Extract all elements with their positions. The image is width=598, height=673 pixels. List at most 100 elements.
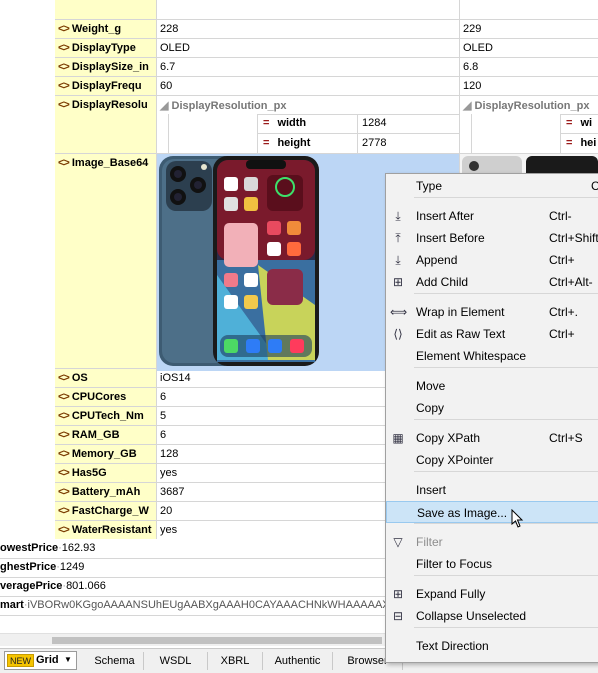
insert-after-icon: ⤓ bbox=[395, 209, 401, 223]
parent-row[interactable]: owestPrice·162.93 bbox=[0, 539, 95, 558]
cell-value[interactable]: 5 bbox=[157, 407, 166, 426]
row-name-cpucores[interactable]: <> CPUCores bbox=[55, 388, 156, 407]
cell-value[interactable]: iOS14 bbox=[157, 369, 191, 388]
parent-row-name: ghestPrice bbox=[0, 561, 57, 573]
menu-item-expand-fully[interactable]: ⊞ Expand Fully bbox=[386, 583, 598, 605]
height-value[interactable]: 2778 bbox=[359, 134, 386, 153]
element-tag-icon: <> bbox=[58, 23, 70, 35]
cell-value[interactable]: OLED bbox=[460, 39, 493, 58]
horizontal-scrollbar[interactable] bbox=[0, 633, 385, 646]
menu-separator bbox=[414, 293, 598, 294]
row-divider bbox=[55, 38, 598, 39]
parent-row[interactable]: ghestPrice·1249 bbox=[0, 558, 84, 577]
menu-item-copy-xpointer[interactable]: Copy XPointer bbox=[386, 449, 598, 471]
row-name-ram_gb[interactable]: <> RAM_GB bbox=[55, 426, 156, 445]
tab-authentic[interactable]: Authentic bbox=[263, 652, 333, 670]
height-attribute[interactable]: = height bbox=[263, 134, 310, 153]
cell-value[interactable]: 6 bbox=[157, 426, 166, 445]
row-divider bbox=[55, 19, 598, 20]
menu-item-wrap-in-element[interactable]: ⟺ Wrap in Element Ctrl+. bbox=[386, 301, 598, 323]
menu-item-insert[interactable]: Insert bbox=[386, 479, 598, 501]
menu-item-collapse-unselected[interactable]: ⊟ Collapse Unselected bbox=[386, 605, 598, 627]
tab-schema[interactable]: Schema bbox=[86, 652, 144, 670]
menu-item-append[interactable]: ⤓ Append Ctrl+ bbox=[386, 249, 598, 271]
menu-item-label: Text Direction bbox=[416, 639, 489, 653]
row-name-os[interactable]: <> OS bbox=[55, 369, 156, 388]
cell-value[interactable]: yes bbox=[157, 464, 177, 483]
menu-item-label: Collapse Unselected bbox=[416, 609, 527, 623]
row-name-weight_g[interactable]: <> Weight_g bbox=[55, 20, 156, 39]
phone-image[interactable] bbox=[158, 155, 320, 368]
menu-item-save-as-image[interactable]: Save as Image... bbox=[386, 501, 598, 523]
height-attribute-2[interactable]: = hei bbox=[566, 134, 596, 153]
cell-value[interactable]: 60 bbox=[157, 77, 172, 96]
menu-item-copy[interactable]: Copy bbox=[386, 397, 598, 419]
scrollbar-thumb[interactable] bbox=[52, 637, 382, 644]
row-name-image_base64[interactable]: <> Image_Base64 bbox=[55, 154, 156, 173]
context-menu: Type C ⤓ Insert After Ctrl- ⤒ Insert Before Ctr… bbox=[385, 173, 598, 663]
element-name-label: RAM_GB bbox=[71, 429, 120, 441]
width-attribute[interactable]: = width bbox=[263, 114, 306, 133]
menu-item-edit-as-raw-text[interactable]: ⟨⟩ Edit as Raw Text Ctrl+ bbox=[386, 323, 598, 345]
cell-value[interactable]: 229 bbox=[460, 20, 481, 39]
element-tag-icon: <> bbox=[58, 429, 70, 441]
cell-value[interactable]: yes bbox=[157, 521, 177, 540]
row-name-fastcharge_w[interactable]: <> FastCharge_W bbox=[55, 502, 156, 521]
row-name-waterresistant[interactable]: <> WaterResistant bbox=[55, 521, 156, 540]
menu-item-label: Copy XPath bbox=[416, 431, 481, 445]
tab-wsdl[interactable]: WSDL bbox=[144, 652, 208, 670]
row-name-battery_mah[interactable]: <> Battery_mAh bbox=[55, 483, 156, 502]
menu-item-move[interactable]: Move bbox=[386, 375, 598, 397]
menu-item-label: Add Child bbox=[416, 275, 469, 289]
menu-item-shortcut: Ctrl+S bbox=[549, 431, 583, 445]
cell-value[interactable]: 20 bbox=[157, 502, 172, 521]
cell-value[interactable]: 228 bbox=[157, 20, 178, 39]
tab-grid[interactable]: NEW Grid ▼ bbox=[4, 651, 77, 670]
parent-row-name: mart bbox=[0, 599, 24, 611]
cell-value[interactable]: 6.7 bbox=[157, 58, 175, 77]
menu-item-insert-before[interactable]: ⤒ Insert Before Ctrl+Shift- bbox=[386, 227, 598, 249]
row-name-displayresolu[interactable]: <> DisplayResolu bbox=[55, 96, 156, 115]
chevron-down-icon[interactable]: ▼ bbox=[64, 655, 72, 664]
row-name-displaysize_in[interactable]: <> DisplaySize_in bbox=[55, 58, 156, 77]
menu-item-copy-xpath[interactable]: ▦ Copy XPath Ctrl+S bbox=[386, 427, 598, 449]
row-divider bbox=[0, 615, 385, 616]
element-tag-icon: <> bbox=[58, 372, 70, 384]
cell-value[interactable]: 3687 bbox=[157, 483, 184, 502]
menu-separator bbox=[414, 471, 598, 472]
row-name-has5g[interactable]: <> Has5G bbox=[55, 464, 156, 483]
menu-separator bbox=[414, 367, 598, 368]
element-tag-icon: <> bbox=[58, 61, 70, 73]
row-name-memory_gb[interactable]: <> Memory_GB bbox=[55, 445, 156, 464]
element-tag-icon: <> bbox=[58, 80, 70, 92]
parent-row[interactable]: mart·iVBORw0KGgoAAAANSUhEUgAABXgAAAH0CAY… bbox=[0, 596, 405, 615]
width-value[interactable]: 1284 bbox=[359, 114, 386, 133]
element-name-label: DisplaySize_in bbox=[71, 61, 149, 73]
menu-item-label: Copy bbox=[416, 401, 445, 415]
parent-row[interactable]: veragePrice·801.066 bbox=[0, 577, 106, 596]
subtable-header[interactable]: ◢ DisplayResolution_px bbox=[160, 99, 286, 112]
menu-item-text-direction[interactable]: Text Direction bbox=[386, 635, 598, 657]
row-name-displayfrequ[interactable]: <> DisplayFrequ bbox=[55, 77, 156, 96]
menu-item-insert-after[interactable]: ⤓ Insert After Ctrl- bbox=[386, 205, 598, 227]
width-attribute-2[interactable]: = wi bbox=[566, 114, 592, 133]
row-name-cputech_nm[interactable]: <> CPUTech_Nm bbox=[55, 407, 156, 426]
cell-value[interactable]: 6.8 bbox=[460, 58, 478, 77]
menu-item-filter-to-focus[interactable]: Filter to Focus bbox=[386, 553, 598, 575]
row-name-displaytype[interactable]: <> DisplayType bbox=[55, 39, 156, 58]
cell-value[interactable]: 128 bbox=[157, 445, 178, 464]
menu-item-element-whitespace[interactable]: Element Whitespace bbox=[386, 345, 598, 367]
collapse-icon: ⊟ bbox=[392, 609, 404, 623]
cell-value[interactable]: 120 bbox=[460, 77, 481, 96]
menu-item-filter[interactable]: ▽ Filter bbox=[386, 531, 598, 553]
cell-value[interactable]: OLED bbox=[157, 39, 190, 58]
tab-xbrl[interactable]: XBRL bbox=[208, 652, 263, 670]
mouse-cursor bbox=[511, 508, 525, 529]
element-name-label: WaterResistant bbox=[71, 524, 152, 536]
menu-item-add-child[interactable]: ⊞ Add Child Ctrl+Alt- bbox=[386, 271, 598, 293]
parent-row-value: 1249 bbox=[59, 561, 85, 573]
subtable-header-2[interactable]: ◢ DisplayResolution_px bbox=[463, 99, 589, 112]
menu-item-type[interactable]: Type C bbox=[386, 175, 598, 197]
cell-value[interactable]: 6 bbox=[157, 388, 166, 407]
add-child-icon: ⊞ bbox=[392, 275, 404, 289]
